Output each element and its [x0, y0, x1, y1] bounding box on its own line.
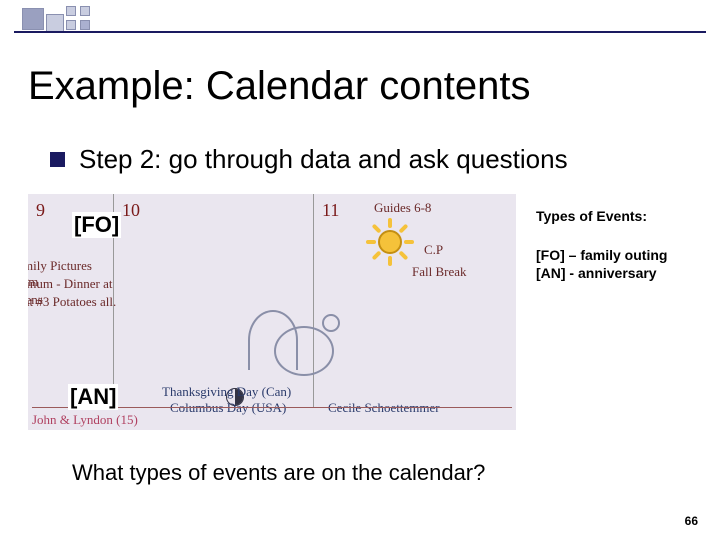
calendar-handwriting: Fall Break	[412, 264, 467, 280]
bullet-item: Step 2: go through data and ask question…	[50, 144, 568, 175]
page-number: 66	[685, 514, 698, 528]
slide-title: Example: Calendar contents	[28, 64, 531, 109]
deco-square-icon	[66, 20, 76, 30]
deco-square-icon	[66, 6, 76, 16]
annotation-fo: [FO]	[72, 212, 121, 238]
calendar-day-number: 11	[322, 200, 339, 221]
calendar-day-cell: 10 Thanksgiving Day (Can) Columbus Day (…	[114, 194, 314, 408]
calendar-day-number: 9	[36, 200, 45, 221]
calendar-handwriting: John & Lyndon (15)	[32, 412, 138, 428]
bullet-text: Step 2: go through data and ask question…	[79, 144, 568, 175]
deco-rule	[14, 31, 706, 33]
deco-square-icon	[80, 6, 90, 16]
deco-square-icon	[46, 14, 64, 32]
calendar-handwriting: C.P	[424, 242, 443, 258]
deco-square-icon	[80, 20, 90, 30]
legend-box: Types of Events: [FO] – family outing [A…	[536, 208, 706, 282]
calendar-printed-text: Cecile Schoettemmer	[328, 400, 440, 416]
bullet-square-icon	[50, 152, 65, 167]
prompt-question: What types of events are on the calendar…	[72, 460, 485, 486]
calendar-printed-text: Columbus Day (USA)	[170, 400, 286, 416]
legend-line: [FO] – family outing	[536, 246, 706, 264]
calendar-handwriting: eat #3 Potatoes all.	[28, 294, 128, 310]
calendar-day-cell: 11 Guides 6-8 C.P Fall Break Cecile Scho…	[314, 194, 516, 408]
annotation-an: [AN]	[68, 384, 118, 410]
slide-top-decoration	[0, 0, 720, 40]
calendar-printed-text: Thanksgiving Day (Can)	[162, 384, 291, 400]
deco-square-icon	[22, 8, 44, 30]
sun-icon	[368, 220, 412, 264]
calendar-day-number: 10	[122, 200, 140, 221]
calendar-handwriting: Guides 6-8	[374, 200, 431, 216]
legend-line: [AN] - anniversary	[536, 264, 706, 282]
legend-title: Types of Events:	[536, 208, 706, 224]
